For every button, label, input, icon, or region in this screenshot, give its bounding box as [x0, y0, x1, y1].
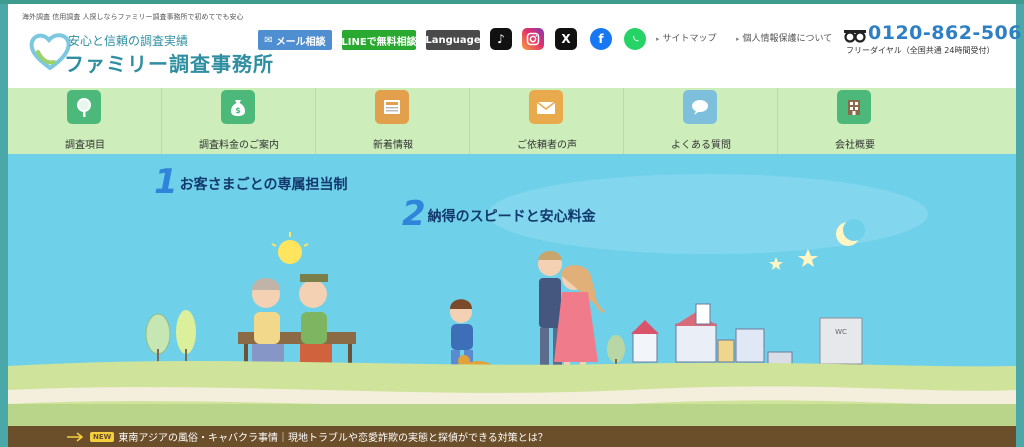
line-consult-button[interactable]: LINEで無料相談 — [341, 30, 417, 50]
hero-banner: WC 1 お客さまごとの専属担当制 2 納得のスピードと安心料金 — [8, 154, 1016, 426]
arrow-right-icon: ▸ — [736, 35, 740, 43]
nav-label: ご依頼者の声 — [517, 140, 577, 151]
phone-note: フリーダイヤル（全国共通 24時間受付） — [846, 46, 995, 55]
site-logo[interactable]: 安心と信頼の調査実績 ファミリー調査事務所 — [28, 28, 273, 78]
site-header: 海外調査 信用調査 人探しならファミリー調査事務所で初めてでも安心 安心と信頼の… — [8, 4, 1021, 92]
logo-subtitle: 安心と信頼の調査実績 — [68, 34, 189, 48]
left-border — [0, 4, 8, 447]
nav-item-pricing[interactable]: $ 調査料金のご案内 — [162, 88, 316, 154]
speech-bubble-icon — [683, 90, 717, 124]
logo-title: ファミリー調査事務所 — [64, 52, 274, 76]
header-tagline: 海外調査 信用調査 人探しならファミリー調査事務所で初めてでも安心 — [22, 13, 244, 21]
arrow-right-icon — [67, 431, 84, 442]
right-border — [1016, 4, 1024, 447]
nav-label: よくある質問 — [671, 140, 731, 151]
facebook-icon[interactable]: f — [590, 28, 612, 50]
main-nav: 調査項目 $ 調査料金のご案内 新着情報 ご依頼者の声 よくある質問 会社概要 — [8, 88, 1016, 154]
toilet-sign: WC — [835, 328, 847, 336]
svg-text:$: $ — [235, 106, 241, 115]
x-icon[interactable]: X — [555, 28, 577, 50]
newspaper-icon — [375, 90, 409, 124]
nav-item-company[interactable]: 会社概要 — [778, 88, 932, 154]
instagram-icon[interactable] — [522, 28, 544, 50]
mail-consult-button[interactable]: ✉ メール相談 — [258, 30, 332, 50]
phone-number[interactable]: 0120-862-506 — [868, 22, 1022, 44]
building-icon — [837, 90, 871, 124]
language-button[interactable]: Language — [425, 30, 481, 50]
magnifier-icon — [67, 90, 101, 124]
nav-item-faq[interactable]: よくある質問 — [624, 88, 778, 154]
tiktok-icon[interactable]: ♪ — [490, 28, 512, 50]
nav-label: 調査項目 — [65, 140, 105, 151]
mail-icon: ✉ — [264, 34, 273, 46]
sitemap-link[interactable]: ▸ サイトマップ — [656, 31, 717, 44]
envelope-icon — [529, 90, 563, 124]
arrow-right-icon: ▸ — [656, 35, 660, 43]
whatsapp-icon[interactable] — [624, 28, 646, 50]
news-ticker[interactable]: NEW 東南アジアの風俗・キャバクラ事情｜現地トラブルや恋愛詐欺の実態と探偵がで… — [8, 426, 1016, 447]
nav-item-news[interactable]: 新着情報 — [316, 88, 470, 154]
hero-slogan-2: 2 納得のスピードと安心料金 — [402, 194, 596, 234]
money-bag-icon: $ — [221, 90, 255, 124]
nav-item-testimonials[interactable]: ご依頼者の声 — [470, 88, 624, 154]
privacy-link[interactable]: ▸ 個人情報保護について — [736, 31, 832, 44]
nav-item-investigation[interactable]: 調査項目 — [8, 88, 162, 154]
new-badge: NEW — [90, 431, 115, 442]
nav-label: 新着情報 — [373, 140, 413, 151]
news-headline: 東南アジアの風俗・キャバクラ事情｜現地トラブルや恋愛詐欺の実態と探偵ができる対策… — [118, 433, 548, 444]
nav-label: 会社概要 — [835, 140, 875, 151]
free-dial-icon — [844, 30, 866, 43]
hero-slogan-1: 1 お客さまごとの専属担当制 — [154, 162, 348, 202]
nav-label: 調査料金のご案内 — [199, 140, 279, 151]
